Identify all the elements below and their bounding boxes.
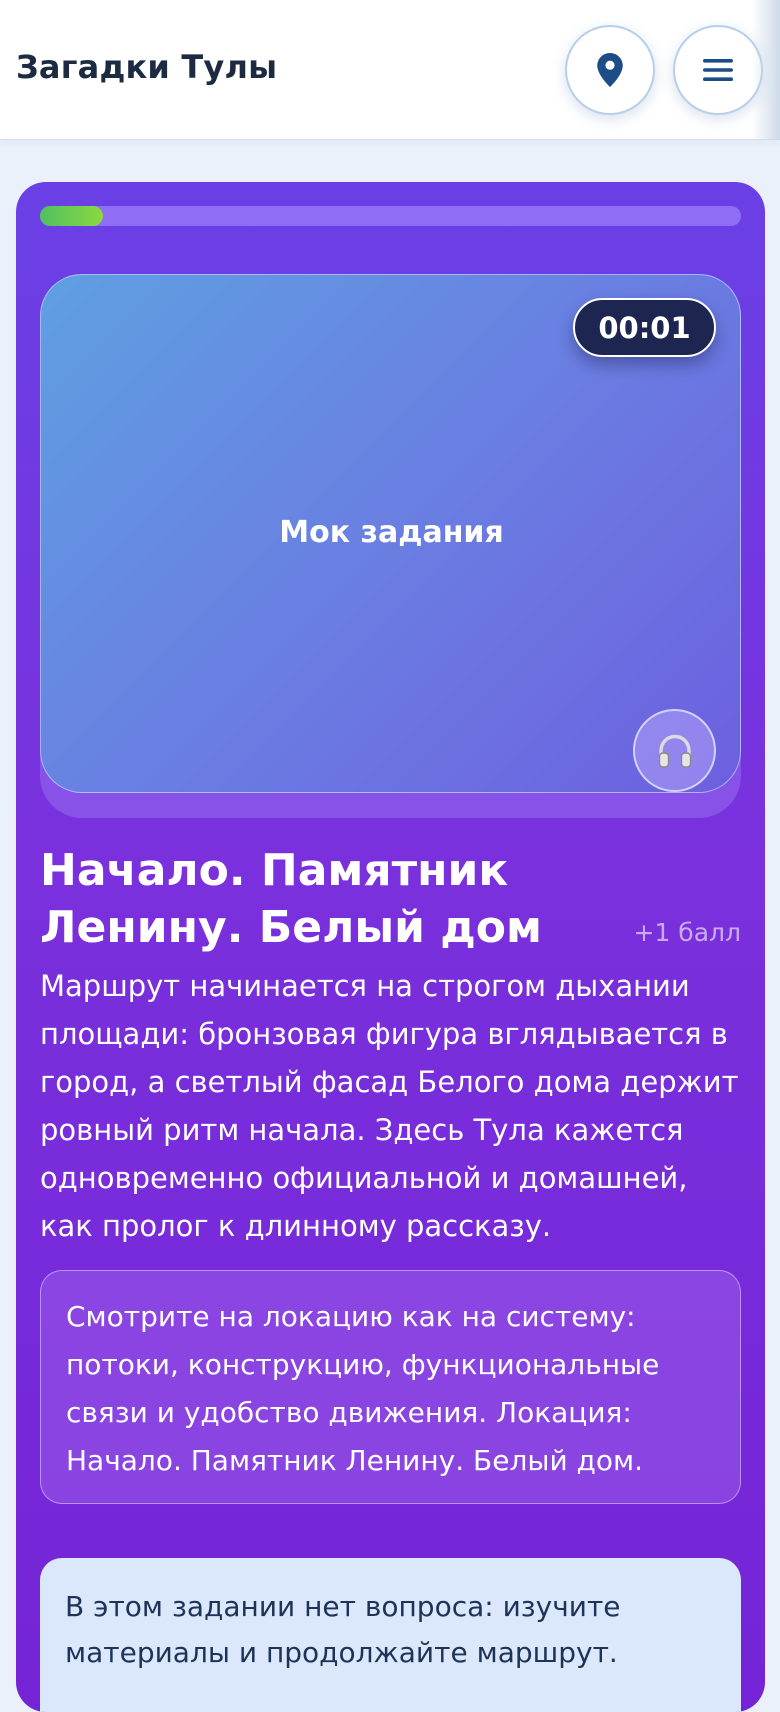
task-card: 00:01 Мок задания Начало. Памятник Ленин… [16, 182, 765, 1712]
progress-bar [40, 206, 741, 226]
map-pin-icon [597, 53, 623, 87]
points-badge: +1 балл [633, 918, 742, 947]
audio-button[interactable] [633, 709, 716, 792]
hint-box: Смотрите на локацию как на систему: пото… [40, 1270, 741, 1504]
menu-button[interactable] [673, 25, 763, 115]
headphones-icon [658, 734, 691, 768]
task-description: Маршрут начинается на строгом дыхании пл… [40, 969, 739, 1243]
progress-fill [40, 206, 104, 226]
timer-badge: 00:01 [573, 298, 716, 357]
hamburger-menu-icon [703, 59, 733, 81]
task-media[interactable]: 00:01 Мок задания [40, 274, 741, 793]
map-button[interactable] [565, 25, 655, 115]
app-title: Загадки Тулы [16, 48, 278, 86]
media-placeholder-label: Мок задания [279, 515, 504, 550]
task-title: Начало. Памятник Ленину. Белый дом [40, 845, 543, 953]
app-header: Загадки Тулы [0, 0, 780, 140]
info-note: В этом задании нет вопроса: изучите мате… [40, 1558, 741, 1712]
header-edge-shadow [752, 0, 780, 140]
